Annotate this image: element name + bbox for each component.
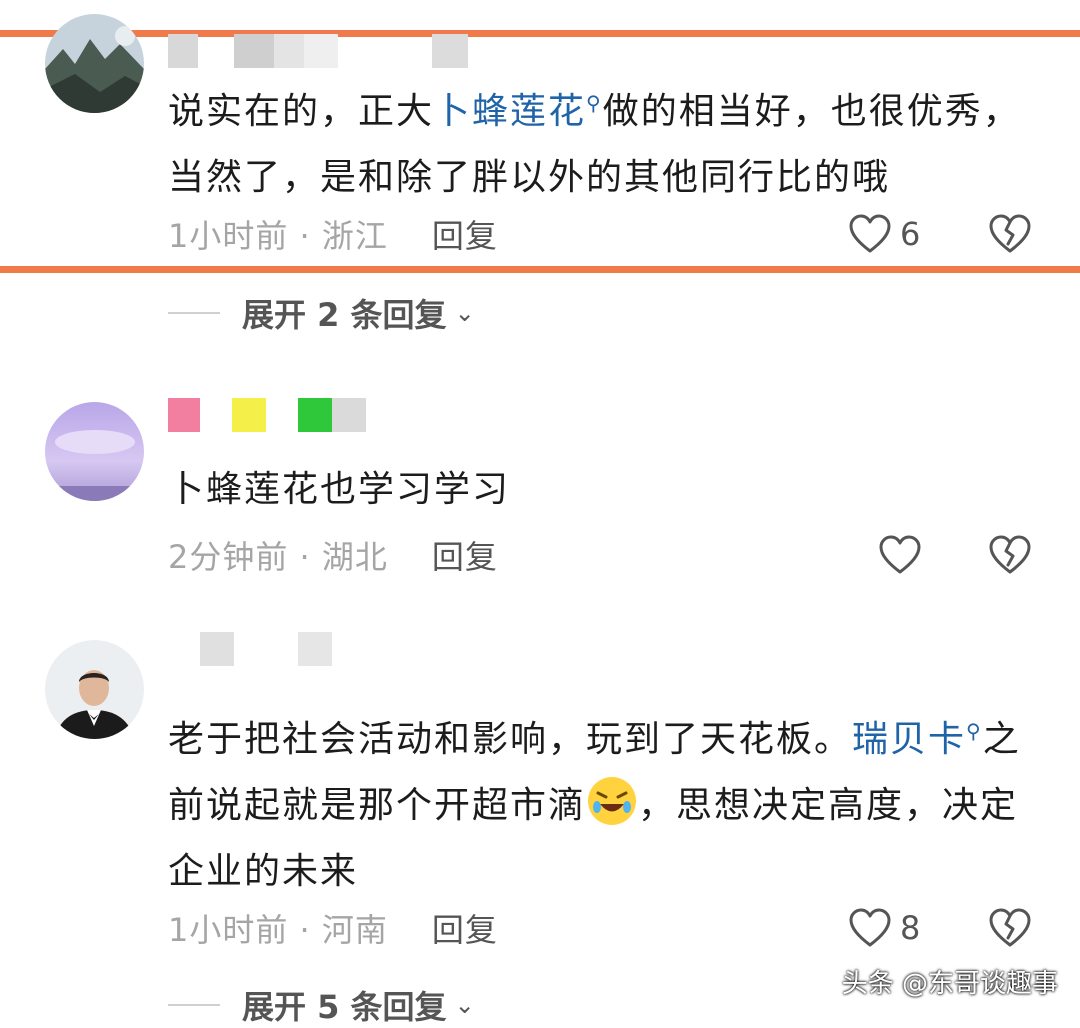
highlight-top-line (0, 30, 1080, 37)
comment-text: 老于把社会活动和影响，玩到了天花板。瑞贝卡⚲之前说起就是那个开超市滴 ，思想决定高… (168, 719, 1021, 892)
like-count: 6 (900, 215, 921, 253)
search-link[interactable]: 瑞贝卡⚲ (852, 719, 983, 760)
avatar[interactable] (45, 402, 144, 501)
comment-text: 卜蜂莲花也学习学习 (168, 469, 511, 510)
timestamp: 1小时前 (168, 911, 289, 949)
watermark: 头条 @东哥谈趣事 (841, 969, 1058, 999)
location: 湖北 (321, 538, 388, 576)
heart-icon (849, 908, 891, 947)
highlight-bottom-line (0, 266, 1080, 273)
heart-icon (849, 214, 891, 253)
divider (168, 312, 220, 314)
dislike-button[interactable] (988, 908, 1032, 948)
chevron-down-icon: ⌄ (454, 299, 475, 327)
like-button[interactable]: 6 (848, 214, 920, 254)
comment-meta: 1小时前 · 浙江 回复 (168, 217, 498, 255)
chevron-down-icon: ⌄ (454, 991, 475, 1019)
expand-replies-button[interactable]: 展开 2 条回复 ⌄ (168, 290, 475, 336)
dislike-button[interactable] (988, 214, 1032, 254)
reply-button[interactable]: 回复 (432, 911, 498, 949)
search-icon: ⚲ (586, 91, 603, 115)
divider (168, 1004, 220, 1006)
avatar[interactable] (45, 14, 144, 113)
search-link[interactable]: 卜蜂莲花⚲ (434, 91, 603, 132)
broken-heart-icon (989, 214, 1031, 253)
avatar[interactable] (45, 640, 144, 739)
reply-button[interactable]: 回复 (432, 538, 498, 576)
location: 河南 (321, 911, 388, 949)
like-button[interactable]: 8 (848, 908, 920, 948)
comment-meta: 2分钟前 · 湖北 回复 (168, 538, 498, 576)
comment-meta: 1小时前 · 河南 回复 (168, 911, 498, 949)
reply-button[interactable]: 回复 (432, 217, 498, 255)
dislike-button[interactable] (988, 535, 1032, 575)
timestamp: 1小时前 (168, 217, 289, 255)
timestamp: 2分钟前 (168, 538, 289, 576)
broken-heart-icon (989, 535, 1031, 574)
like-count: 8 (900, 909, 921, 947)
comment-text: 说实在的，正大卜蜂莲花⚲做的相当好，也很优秀，当然了，是和除了胖以外的其他同行比… (168, 91, 1021, 198)
broken-heart-icon (989, 908, 1031, 947)
location: 浙江 (321, 217, 388, 255)
search-icon: ⚲ (966, 719, 983, 743)
like-button[interactable] (878, 535, 930, 575)
expand-replies-button[interactable]: 展开 5 条回复 ⌄ (168, 982, 475, 1028)
heart-icon (879, 535, 921, 574)
laughing-emoji-icon (588, 777, 637, 825)
